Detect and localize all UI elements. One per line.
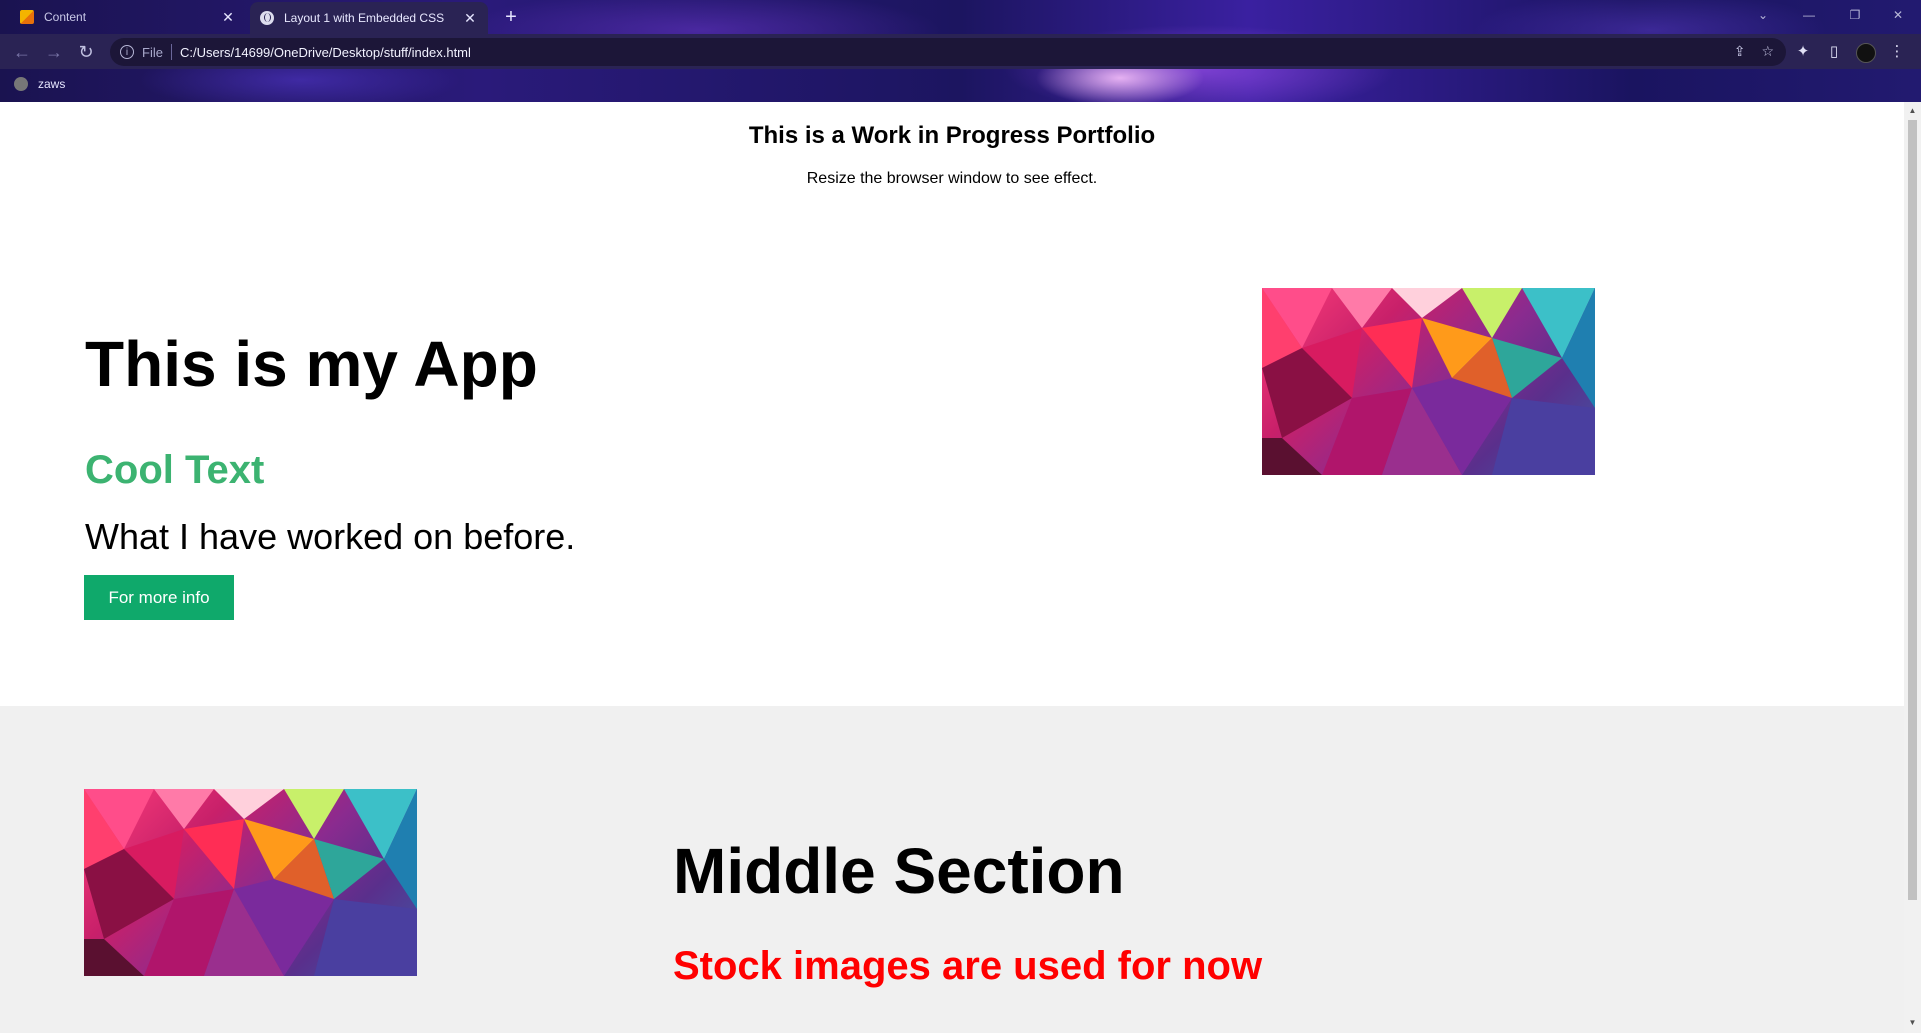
content-favicon-icon xyxy=(20,10,34,24)
new-tab-button[interactable]: + xyxy=(499,5,523,29)
globe-icon xyxy=(260,11,274,25)
tab-strip: Content ✕ Layout 1 with Embedded CSS ✕ +… xyxy=(0,0,1921,34)
omnibox-actions: ⇪ ☆ xyxy=(1734,43,1774,60)
browser-toolbar: ← → ↻ i File C:/Users/14699/OneDrive/Des… xyxy=(0,34,1921,69)
middle-section: Middle Section Stock images are used for… xyxy=(0,706,1904,1033)
page-subtitle: Resize the browser window to see effect. xyxy=(806,170,1098,187)
close-window-button[interactable]: ✕ xyxy=(1875,0,1921,30)
scroll-down-icon[interactable]: ▼ xyxy=(1908,1018,1917,1027)
puzzle-icon[interactable]: ✦ xyxy=(1792,41,1814,63)
hero-heading: This is my App xyxy=(85,328,538,400)
middle-subheading: Stock images are used for now xyxy=(673,944,1263,988)
scrollbar-thumb[interactable] xyxy=(1908,120,1917,900)
bookmark-star-icon[interactable]: ☆ xyxy=(1761,43,1774,60)
middle-image xyxy=(84,789,417,976)
forward-arrow-icon[interactable]: → xyxy=(42,40,66,64)
bookmarks-bar: zaws xyxy=(0,69,1921,102)
hero-subheading: Cool Text xyxy=(85,448,265,492)
bookmark-label: zaws xyxy=(38,77,66,91)
site-header: This is a Work in Progress Portfolio Res… xyxy=(0,102,1904,188)
page-viewport: This is a Work in Progress Portfolio Res… xyxy=(0,102,1904,1033)
bookmark-item[interactable]: zaws xyxy=(14,77,65,91)
side-panel-icon[interactable]: ▯ xyxy=(1823,41,1845,63)
restore-button[interactable]: ❐ xyxy=(1832,0,1878,30)
tab-title: Content xyxy=(44,10,87,24)
minimize-button[interactable]: — xyxy=(1786,0,1832,30)
address-url: C:/Users/14699/OneDrive/Desktop/stuff/in… xyxy=(179,44,471,60)
tab-title: Layout 1 with Embedded CSS xyxy=(284,11,445,25)
tab-search-icon[interactable]: ⌄ xyxy=(1740,0,1786,30)
hero-image xyxy=(1262,288,1595,475)
info-icon[interactable]: i xyxy=(120,45,134,59)
tab-layout[interactable]: Layout 1 with Embedded CSS ✕ xyxy=(250,2,488,34)
reload-icon[interactable]: ↻ xyxy=(74,40,98,64)
back-arrow-icon[interactable]: ← xyxy=(10,40,34,64)
hero-lead: What I have worked on before. xyxy=(85,516,576,557)
kebab-menu-icon[interactable]: ⋮ xyxy=(1886,41,1908,63)
profile-avatar[interactable] xyxy=(1856,43,1876,63)
browser-chrome: Content ✕ Layout 1 with Embedded CSS ✕ +… xyxy=(0,0,1921,102)
close-icon[interactable]: ✕ xyxy=(462,10,478,27)
globe-icon xyxy=(14,77,28,91)
scroll-up-icon[interactable]: ▲ xyxy=(1908,106,1917,115)
page-title: This is a Work in Progress Portfolio xyxy=(748,122,1156,149)
middle-heading: Middle Section xyxy=(673,835,1125,907)
address-bar[interactable]: i File C:/Users/14699/OneDrive/Desktop/s… xyxy=(110,38,1786,66)
more-info-button[interactable]: For more info xyxy=(84,575,234,620)
hero-section: This is a Work in Progress Portfolio Res… xyxy=(0,102,1904,706)
vertical-scrollbar[interactable]: ▲ ▼ xyxy=(1904,102,1921,1033)
close-icon[interactable]: ✕ xyxy=(220,9,236,26)
share-icon[interactable]: ⇪ xyxy=(1734,43,1746,60)
address-scheme: File xyxy=(142,44,163,60)
tab-content[interactable]: Content ✕ xyxy=(10,2,246,32)
divider xyxy=(170,44,172,60)
